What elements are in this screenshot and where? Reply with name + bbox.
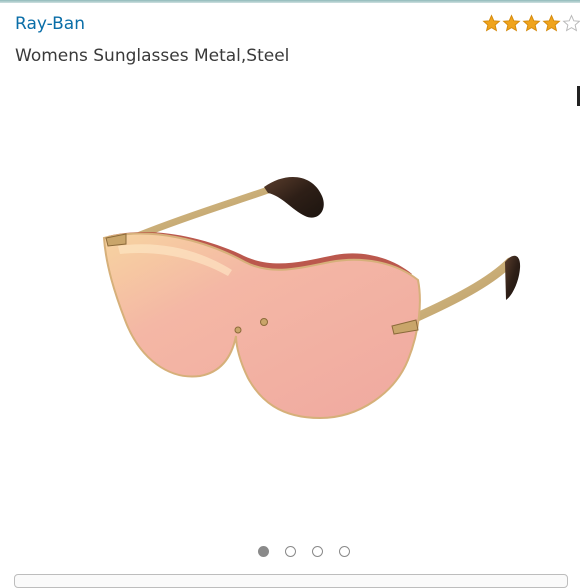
- brand-link[interactable]: Ray-Ban: [15, 14, 85, 34]
- star-icon: [482, 14, 501, 32]
- star-rating[interactable]: [482, 14, 580, 36]
- carousel-dot[interactable]: [258, 545, 269, 557]
- star-icon: [562, 14, 580, 32]
- star-icon: [522, 14, 541, 32]
- rivet: [234, 326, 242, 334]
- product-title: Womens Sunglasses Metal,Steel: [15, 46, 290, 66]
- top-divider: [0, 0, 580, 3]
- far-temple-arm: [136, 177, 324, 239]
- bottom-panel: [14, 574, 568, 588]
- product-image[interactable]: [0, 110, 580, 530]
- carousel-dot[interactable]: [339, 545, 350, 557]
- star-icon: [542, 14, 561, 32]
- carousel-dot[interactable]: [312, 545, 323, 557]
- lens-shield: [102, 232, 421, 420]
- carousel-dots: [258, 543, 350, 559]
- rivet: [260, 318, 268, 326]
- carousel-dot[interactable]: [285, 545, 296, 557]
- near-temple-arm: [410, 255, 521, 323]
- star-icon: [502, 14, 521, 32]
